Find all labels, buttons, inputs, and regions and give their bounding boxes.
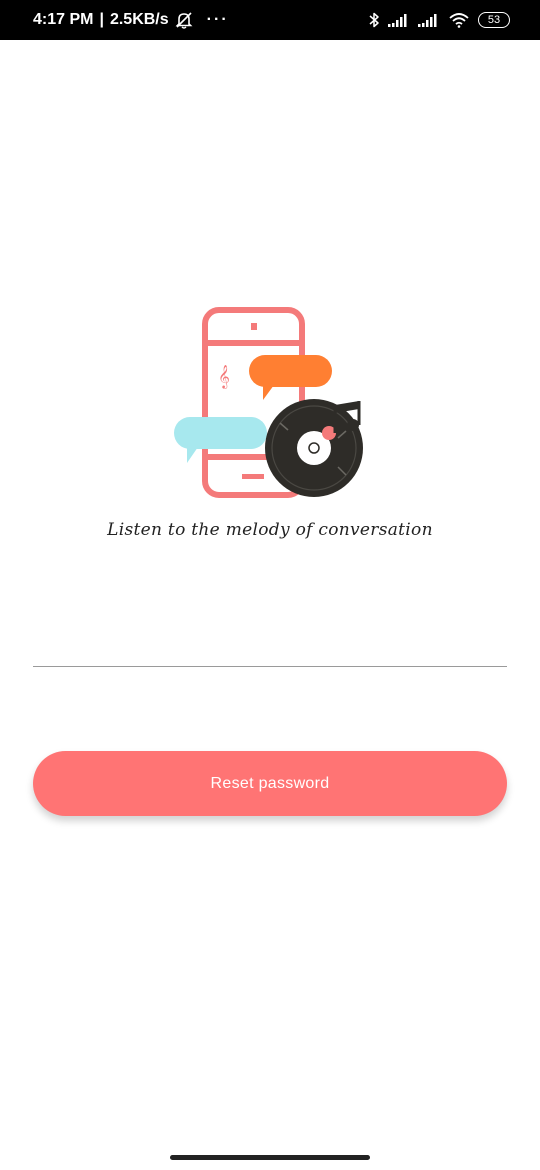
status-right: 53	[368, 0, 510, 40]
status-time: 4:17 PM	[33, 11, 94, 28]
svg-text:𝄞: 𝄞	[218, 364, 230, 389]
status-left: 4:17 PM | 2.5KB/s ···	[33, 0, 229, 40]
wifi-icon	[448, 12, 470, 28]
orange-chat-bubble-icon	[249, 355, 332, 400]
vinyl-record-icon	[265, 399, 363, 497]
status-net-speed: 2.5KB/s	[109, 11, 169, 28]
signal-icon	[388, 13, 410, 27]
status-bar: 4:17 PM | 2.5KB/s ··· 53	[0, 0, 540, 40]
tagline: Listen to the melody of conversation	[107, 520, 433, 540]
dnd-off-icon	[175, 11, 193, 29]
app-logo-illustration: 𝄞	[170, 305, 370, 505]
battery-indicator: 53	[478, 12, 510, 28]
signal-icon-2	[418, 13, 440, 27]
more-notifications-icon: ···	[206, 11, 229, 28]
email-input[interactable]	[33, 626, 507, 667]
bluetooth-icon	[368, 11, 380, 29]
home-indicator[interactable]	[170, 1155, 370, 1160]
reset-password-button[interactable]: Reset password	[33, 751, 507, 816]
status-separator: |	[99, 11, 104, 28]
